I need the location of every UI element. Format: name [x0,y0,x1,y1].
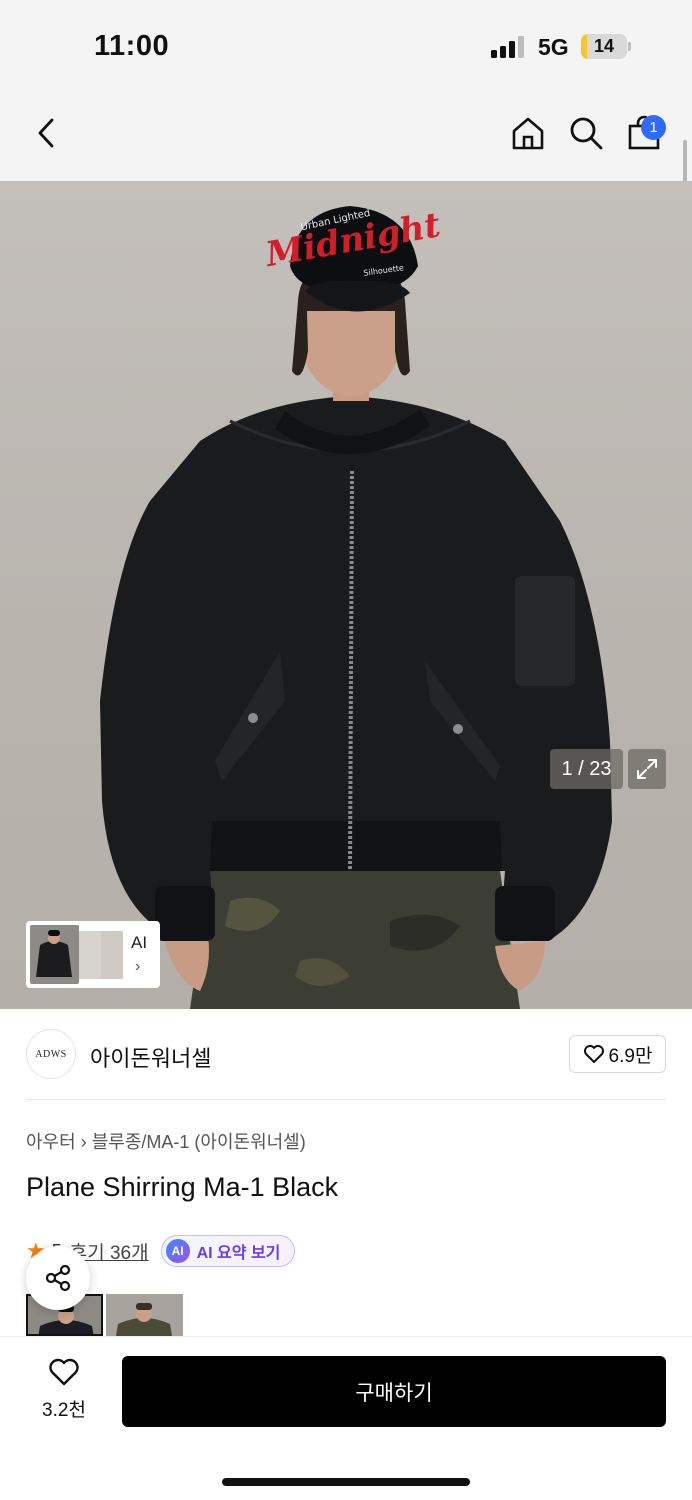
brand-like-count: 6.9만 [608,1045,653,1067]
breadcrumb-category[interactable]: 아우터 [26,1132,76,1152]
battery-icon: 14 [581,34,631,59]
search-icon [570,117,603,150]
brand-name[interactable]: 아이돈워너셀 [90,1041,211,1073]
buy-button[interactable]: 구매하기 [122,1356,666,1427]
ai-summary-button[interactable]: AI AI 요약 보기 [160,1235,296,1267]
cart-count-badge: 1 [641,115,666,140]
color-variant-khaki[interactable] [106,1294,183,1336]
ai-lookbook-card[interactable]: AI › [26,921,160,988]
breadcrumb-subcategory[interactable]: 블루종/MA-1 (아이돈워너셀) [92,1132,306,1152]
image-counter: 1 / 23 [550,749,623,789]
breadcrumb: 아우터 › 블루종/MA-1 (아이돈워너셀) [26,1128,306,1154]
search-button[interactable] [566,113,606,153]
ai-card-label: AI [131,933,148,952]
back-chevron-icon [38,118,54,148]
battery-level: 14 [593,36,615,56]
status-bar: 11:00 5G 14 [0,0,692,95]
lookbook-thumbnail [79,931,101,979]
heart-icon [49,1358,79,1386]
status-time: 11:00 [94,30,170,62]
wishlist-button[interactable]: 3.2천 [26,1357,102,1421]
lookbook-thumbnail [30,925,79,984]
share-button[interactable] [26,1246,90,1310]
lookbook-thumbnail [101,931,123,979]
home-indicator[interactable] [222,1478,470,1486]
ai-summary-label: AI 요약 보기 [196,1245,281,1262]
chevron-right-icon: › [135,958,141,975]
wishlist-count: 3.2천 [42,1400,86,1421]
brand-logo[interactable]: ADWS [26,1029,76,1079]
divider [26,1099,666,1100]
product-image[interactable]: Midnight Urban Lighted Silhouette AI › [0,181,692,1009]
back-button[interactable] [26,113,66,153]
heart-icon [583,1045,604,1063]
network-label: 5G [538,34,569,60]
ai-badge-icon: AI [165,1239,190,1263]
home-button[interactable] [508,113,548,153]
model-illustration [100,206,612,1009]
bottom-action-bar: 3.2천 구매하기 [0,1336,692,1500]
home-icon [512,117,544,150]
share-icon [45,1264,71,1292]
signal-icon [491,36,524,58]
chevron-right-icon: › [80,1132,92,1152]
brand-row[interactable]: ADWS 아이돈워너셀 6.9만 [0,1009,692,1101]
top-nav [0,95,692,181]
brand-like-button[interactable]: 6.9만 [569,1035,666,1073]
fullscreen-button[interactable] [628,749,666,789]
product-title: Plane Shirring Ma-1 Black [26,1172,339,1202]
expand-icon [637,759,657,779]
